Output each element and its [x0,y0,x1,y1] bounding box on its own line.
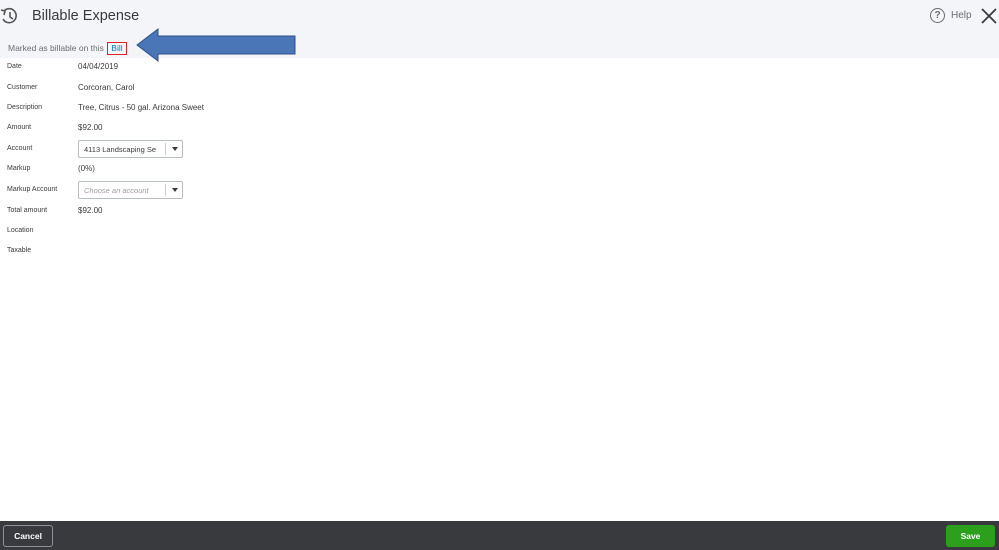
account-select[interactable]: 4113 Landscaping Se [78,140,183,158]
help-button[interactable]: ? Help [930,8,972,23]
billable-note: Marked as billable on this Bill [8,42,127,55]
markup-account-select[interactable]: Choose an account [78,181,183,199]
footer-bar: Cancel Save [0,521,999,550]
chevron-down-icon[interactable] [172,188,178,192]
bill-link[interactable]: Bill [107,42,127,55]
cancel-button[interactable]: Cancel [3,525,53,547]
help-label: Help [951,10,972,21]
total-amount-value: $92.00 [78,206,103,215]
amount-label: Amount [7,124,32,131]
description-value: Tree, Citrus - 50 gal. Arizona Sweet [78,103,204,112]
amount-value: $92.00 [78,123,103,132]
markup-value: (0%) [78,164,95,173]
description-label: Description [7,104,43,111]
select-divider [165,143,166,155]
annotation-arrow [136,27,296,63]
history-icon[interactable] [0,6,18,26]
taxable-label: Taxable [7,247,32,254]
select-divider [165,184,166,196]
account-select-value: 4113 Landscaping Se [84,145,157,154]
help-icon: ? [930,8,945,23]
customer-label: Customer [7,84,38,91]
customer-value: Corcoran, Carol [78,83,135,92]
save-button[interactable]: Save [946,525,995,547]
date-value: 04/04/2019 [78,62,119,71]
chevron-down-icon[interactable] [172,147,178,151]
account-label: Account [7,145,33,152]
markup-label: Markup [7,165,31,172]
markup-account-placeholder: Choose an account [84,186,149,195]
billable-note-text: Marked as billable on this [8,43,104,53]
page-title: Billable Expense [32,8,140,24]
total-amount-label: Total amount [7,207,48,214]
close-icon[interactable] [981,8,997,24]
date-label: Date [7,63,22,70]
location-label: Location [7,227,34,234]
markup-account-label: Markup Account [7,186,58,193]
